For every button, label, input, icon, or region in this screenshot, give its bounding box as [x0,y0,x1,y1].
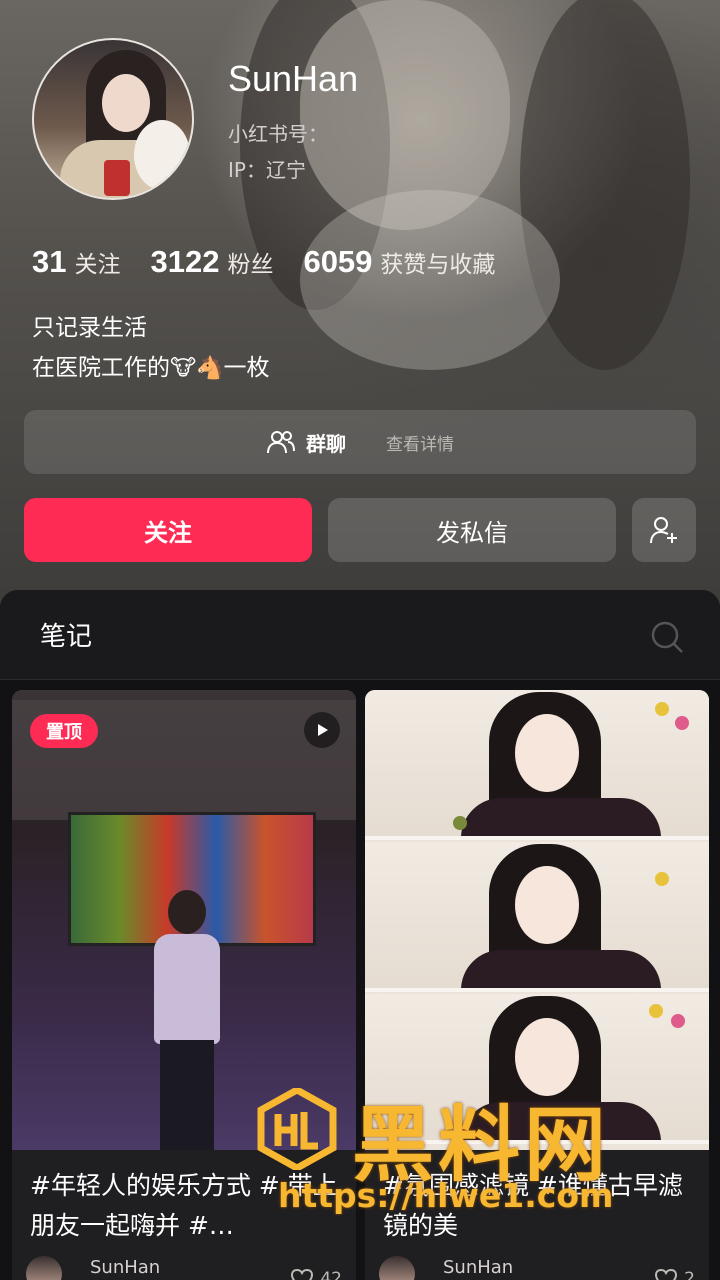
like-button[interactable]: 2 [654,1268,695,1280]
cover-shape [655,872,669,886]
bio-text: 在医院工作的 [32,355,170,381]
stat-followers[interactable]: 3122 粉丝 [150,244,273,280]
avatar [26,1256,62,1280]
note-author[interactable]: SunHan [379,1256,513,1280]
username: SunHan [228,58,359,99]
horse-emoji-icon: 🐴 [196,356,224,381]
cover-shape [655,702,669,716]
note-cover-image [12,690,356,1150]
avatar-face [102,74,150,132]
group-chat-title: 群聊 [306,431,346,456]
follow-button[interactable]: 关注 [24,498,312,562]
add-user-icon [650,517,677,544]
avatar-phone [104,160,130,196]
cover-shape [365,842,709,992]
video-play-icon [304,712,340,748]
add-friend-button[interactable] [632,498,696,562]
profile-stats: 31 关注 3122 粉丝 6059 获赞与收藏 [32,244,525,280]
group-users-icon [267,431,295,454]
watermark: 黑料网 https://hlwe1.com [256,1082,676,1222]
cover-shape [365,690,709,840]
pinned-badge: 置顶 [30,714,98,748]
cover-shape [649,1004,663,1018]
group-chat-bar[interactable]: 群聊 查看详情 [24,410,696,474]
group-chat-detail-link[interactable]: 查看详情 [386,430,454,455]
tab-notes[interactable]: 笔记 [40,616,92,653]
stat-label: 粉丝 [227,252,274,278]
note-author[interactable]: SunHan [26,1256,160,1280]
stat-number: 3122 [150,244,220,279]
avatar [379,1256,415,1280]
author-name: SunHan [90,1256,161,1278]
bg-photo-shape [300,190,560,370]
cover-shape [168,890,206,934]
notes-header: 笔记 [0,590,720,680]
like-count: 42 [320,1269,342,1280]
red-id: 小红书号： [228,122,328,146]
like-count: 2 [684,1269,695,1280]
cover-shape [671,1014,685,1028]
stat-likes[interactable]: 6059 获赞与收藏 [303,244,495,280]
cover-shape [675,716,689,730]
cover-shape [154,934,220,1044]
search-icon[interactable] [650,620,684,654]
cover-shape [453,816,467,830]
avatar-fur [134,120,190,190]
stat-label: 获赞与收藏 [380,252,496,278]
cow-emoji-icon: 🐮 [170,356,197,381]
bio-text: 一枚 [223,355,270,381]
stat-following[interactable]: 31 关注 [32,244,120,280]
stat-number: 31 [32,244,67,279]
cover-shape [146,890,226,1150]
cover-shape [461,798,661,836]
cover-shape [515,714,579,792]
cover-shape [515,866,579,944]
stat-number: 6059 [303,244,373,279]
heart-icon [291,1268,314,1280]
stat-label: 关注 [74,252,121,278]
author-name: SunHan [443,1256,514,1278]
message-button[interactable]: 发私信 [328,498,616,562]
cover-shape [461,950,661,988]
watermark-url: https://hlwe1.com [278,1176,614,1215]
ip-location: IP：辽宁 [228,158,306,182]
cover-shape [160,1040,214,1150]
avatar[interactable] [32,38,194,200]
watermark-logo-icon [257,1088,337,1170]
like-button[interactable]: 42 [290,1268,342,1280]
bio-line-2: 在医院工作的🐮🐴一枚 [32,348,269,382]
heart-icon [655,1268,678,1280]
bio-line-1: 只记录生活 [32,315,147,341]
